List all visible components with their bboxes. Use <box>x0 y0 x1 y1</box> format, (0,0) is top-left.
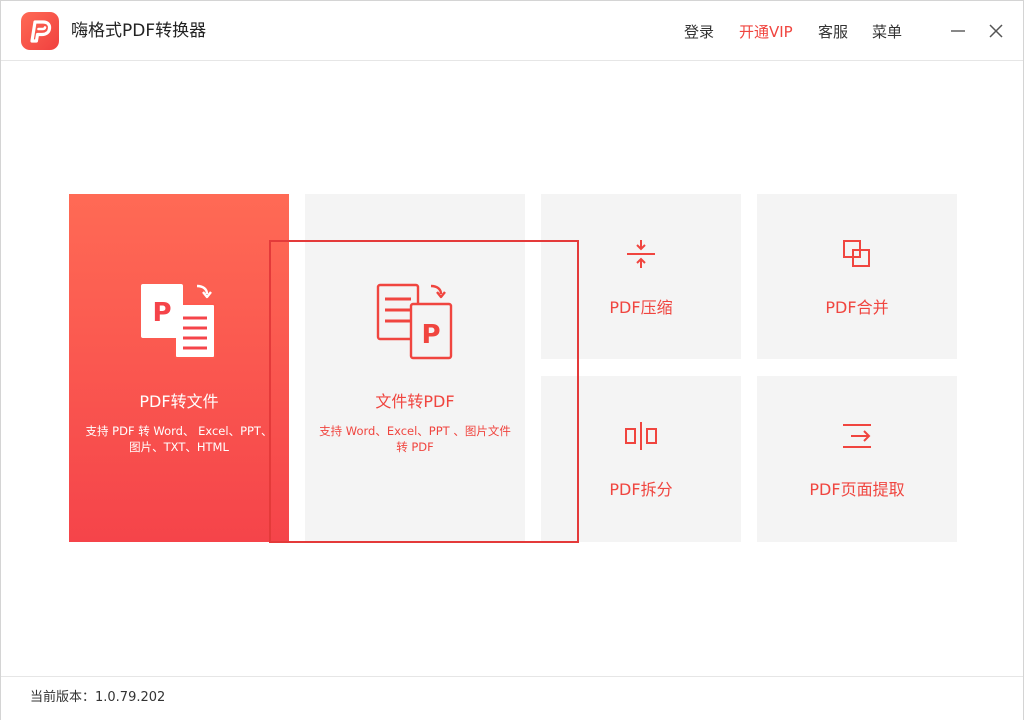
pdf-split-title: PDF拆分 <box>609 480 673 499</box>
pdf-to-file-desc: 支持 PDF 转 Word、 Excel、PPT、图片、TXT、HTML <box>85 424 273 454</box>
pdf-extract-card[interactable]: PDF页面提取 <box>757 376 957 542</box>
pdf-to-file-title: PDF转文件 <box>139 392 219 411</box>
pdf-compress-card[interactable]: PDF压缩 <box>541 194 741 359</box>
pdf-merge-title: PDF合并 <box>825 298 889 317</box>
title-bar: 嗨格式PDF转换器 登录 开通VIP 客服 菜单 <box>1 1 1023 61</box>
pdf-to-file-card[interactable]: P PDF转文件 支持 PDF 转 Word、 Excel、PPT、图片、TXT… <box>69 194 289 542</box>
menu-link[interactable]: 菜单 <box>872 21 902 43</box>
close-icon <box>989 24 1003 38</box>
svg-text:P: P <box>421 320 440 350</box>
pdf-compress-title: PDF压缩 <box>609 298 673 317</box>
file-to-pdf-title: 文件转PDF <box>375 392 455 411</box>
minimize-icon <box>951 30 965 32</box>
customer-service-link[interactable]: 客服 <box>818 21 848 43</box>
minimize-button[interactable] <box>946 19 970 43</box>
file-to-pdf-desc: 支持 Word、Excel、PPT 、图片文件转 PDF <box>319 424 511 454</box>
pdf-extract-title: PDF页面提取 <box>809 480 905 499</box>
status-bar: 当前版本：1.0.79.202 <box>1 676 1023 720</box>
compress-icon <box>627 240 655 268</box>
app-window: 嗨格式PDF转换器 登录 开通VIP 客服 菜单 P PDF转文件 支持 PDF… <box>0 0 1024 720</box>
pdf-to-file-icon: P <box>141 284 216 359</box>
file-to-pdf-icon: P <box>376 283 453 360</box>
vip-link[interactable]: 开通VIP <box>739 21 793 43</box>
svg-text:P: P <box>152 298 171 328</box>
file-to-pdf-card[interactable]: P 文件转PDF 支持 Word、Excel、PPT 、图片文件转 PDF <box>305 194 525 542</box>
close-button[interactable] <box>984 19 1008 43</box>
extract-icon <box>843 424 871 448</box>
pdf-split-card[interactable]: PDF拆分 <box>541 376 741 542</box>
app-title: 嗨格式PDF转换器 <box>71 21 207 41</box>
app-logo-icon <box>21 12 59 50</box>
split-icon <box>625 422 657 450</box>
pdf-merge-card[interactable]: PDF合并 <box>757 194 957 359</box>
login-link[interactable]: 登录 <box>684 21 714 43</box>
merge-icon <box>843 240 870 267</box>
version-label: 当前版本：1.0.79.202 <box>30 690 166 705</box>
